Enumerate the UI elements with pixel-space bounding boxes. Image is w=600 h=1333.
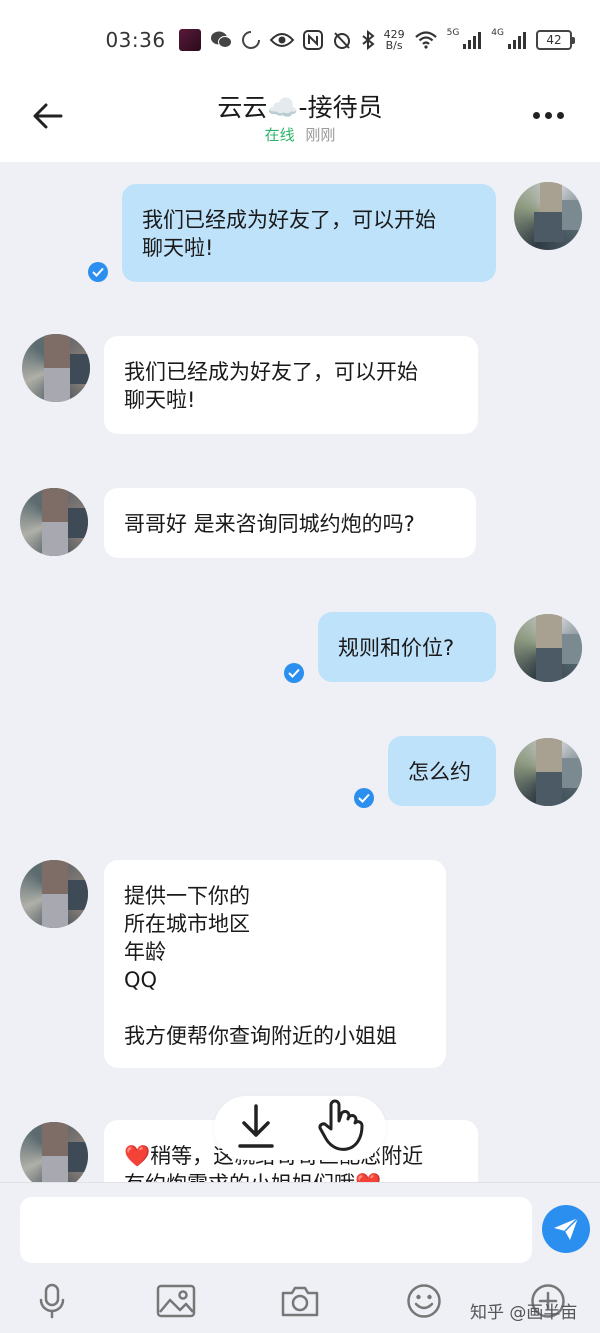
status-bar: 03:36 429 B/s 5G 4G 42 (0, 0, 600, 80)
message-bubble[interactable]: 提供一下你的 所在城市地区 年龄 QQ 我方便帮你查询附近的小姐姐 (104, 860, 446, 1068)
message-bubble[interactable]: 哥哥好 是来咨询同城约炮的吗? (104, 488, 476, 558)
message-input[interactable] (20, 1197, 532, 1263)
hand-pointer-icon[interactable] (317, 1099, 367, 1157)
presence-status: 在线 刚刚 (0, 124, 600, 145)
contact-avatar[interactable] (22, 334, 90, 402)
message-bubble[interactable]: 我们已经成为好友了，可以开始 聊天啦! (122, 184, 496, 282)
message-bubble[interactable]: 怎么约 (388, 736, 496, 806)
my-avatar[interactable] (514, 614, 582, 682)
emoji-icon (407, 1284, 441, 1318)
microphone-icon (39, 1283, 65, 1319)
signal-icon-2 (507, 31, 527, 49)
contact-avatar[interactable] (20, 488, 88, 556)
net-type-2: 4G (491, 28, 504, 38)
voice-button[interactable] (30, 1281, 74, 1321)
my-avatar[interactable] (514, 738, 582, 806)
status-time: 03:36 (105, 28, 166, 52)
eye-icon (269, 31, 294, 49)
battery-icon: 42 (536, 30, 575, 50)
watermark: 知乎 @画半亩 (470, 1303, 578, 1323)
read-receipt-icon (88, 262, 108, 282)
signal-icon (462, 31, 482, 49)
message-bubble[interactable]: 我们已经成为好友了，可以开始 聊天啦! (104, 336, 478, 434)
contact-avatar[interactable] (20, 1122, 88, 1182)
my-avatar[interactable] (514, 182, 582, 250)
image-icon (156, 1284, 196, 1318)
send-button[interactable] (542, 1205, 590, 1253)
send-icon (554, 1217, 579, 1240)
contact-avatar[interactable] (20, 860, 88, 928)
last-seen: 刚刚 (305, 126, 336, 144)
alarm-off-icon (332, 30, 352, 50)
more-button[interactable] (526, 100, 570, 130)
online-label: 在线 (264, 126, 295, 144)
bluetooth-icon (361, 30, 375, 50)
floating-action-bar[interactable] (214, 1096, 386, 1160)
nfc-icon (302, 30, 323, 50)
message-list[interactable]: 我们已经成为好友了，可以开始 聊天啦! 我们已经成为好友了，可以开始 聊天啦! … (0, 162, 600, 1182)
chat-title: 云云☁️-接待员 (217, 93, 383, 122)
wifi-icon (414, 31, 438, 49)
image-button[interactable] (154, 1281, 198, 1321)
camera-icon (281, 1286, 319, 1317)
chat-header: 云云☁️-接待员 在线 刚刚 (0, 80, 600, 162)
wechat-icon (210, 30, 232, 50)
sync-icon (241, 30, 261, 50)
message-bubble[interactable]: 规则和价位? (318, 612, 496, 682)
read-receipt-icon (354, 788, 374, 808)
download-icon[interactable] (234, 1102, 278, 1154)
net-speed: 429 B/s (383, 28, 405, 52)
camera-button[interactable] (278, 1281, 322, 1321)
more-icon (532, 111, 540, 119)
app-notification-icon (178, 29, 201, 51)
emoji-button[interactable] (402, 1281, 446, 1321)
read-receipt-icon (284, 663, 304, 683)
net-type-1: 5G (446, 28, 460, 38)
